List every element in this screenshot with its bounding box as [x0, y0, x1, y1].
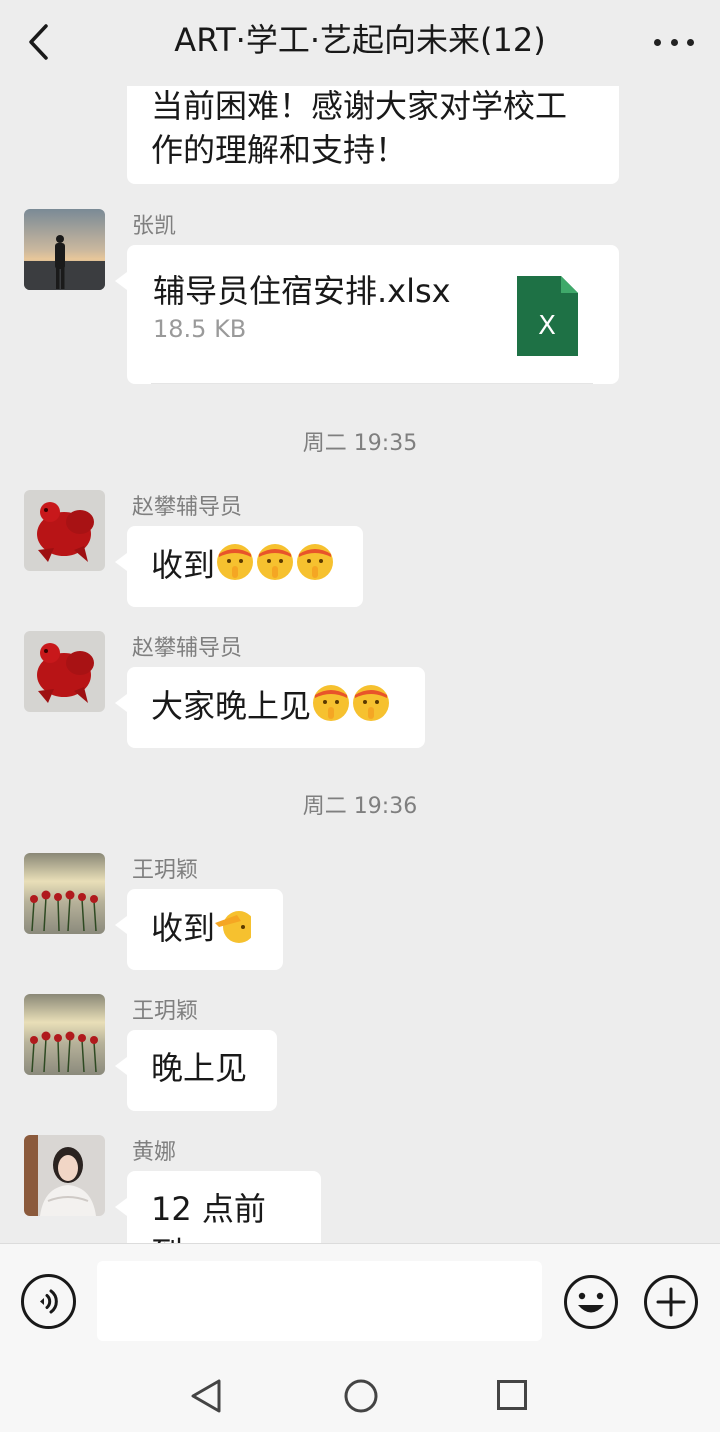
message-text: 晚上见 — [151, 1049, 248, 1087]
chat-title: ART·学工·艺起向未来(12) — [174, 21, 546, 59]
saluting-face-emoji-icon — [215, 911, 252, 943]
message-bubble[interactable]: 晚上见 — [115, 1030, 277, 1111]
sender-name: 王玥颖 — [132, 999, 199, 1024]
avatar-red-dragon-image — [24, 631, 105, 712]
avatar-red-dragon-image — [24, 490, 105, 571]
avatar[interactable] — [24, 631, 105, 712]
file-message-bubble[interactable]: 辅导员住宿安排.xlsx 18.5 KB X — [115, 245, 619, 384]
shushing-face-emoji-icon — [297, 544, 334, 580]
nav-back-triangle-icon[interactable] — [189, 1378, 223, 1414]
message-text: 作的理解和支持！ — [151, 131, 408, 169]
timestamp: 周二 19:36 — [302, 794, 418, 819]
smiley-icon — [564, 1275, 618, 1329]
message-bubble[interactable]: 12 点前到 — [115, 1171, 321, 1243]
avatar-silhouette-image — [24, 209, 105, 290]
avatar[interactable] — [24, 490, 105, 571]
dot-icon — [687, 38, 694, 46]
more-functions-button[interactable] — [643, 1274, 699, 1330]
system-navigation-bar — [0, 1360, 720, 1432]
nav-recent-apps-square-icon[interactable] — [496, 1379, 528, 1411]
message-text: 12 点前到 — [151, 1190, 266, 1243]
timestamp: 周二 19:35 — [302, 431, 418, 456]
file-icon-letter: X — [538, 311, 556, 341]
message-bubble[interactable]: 当前困难！感谢大家对学校工 作的理解和支持！ — [127, 86, 619, 184]
message-text: 收到 — [151, 909, 216, 947]
chevron-left-icon — [29, 24, 48, 60]
shushing-face-emoji-icon — [313, 685, 350, 721]
message-text: 收到 — [151, 546, 216, 584]
shushing-face-emoji-icon — [353, 685, 390, 721]
sender-name: 王玥颖 — [132, 858, 199, 883]
sender-name: 张凯 — [132, 214, 177, 239]
message-list[interactable]: 当前困难！感谢大家对学校工 作的理解和支持！ 张凯 辅导员住宿安排.xlsx 1… — [0, 86, 720, 1243]
back-button[interactable] — [22, 20, 62, 64]
voice-input-button[interactable] — [21, 1274, 76, 1329]
sender-name: 赵攀辅导员 — [132, 495, 243, 520]
more-options-button[interactable] — [654, 32, 694, 52]
chat-header: ART·学工·艺起向未来(12) — [0, 0, 720, 86]
message-input[interactable] — [97, 1261, 542, 1341]
avatar[interactable] — [24, 853, 105, 934]
avatar-roses-image — [24, 994, 105, 1075]
message-bubble[interactable]: 收到 — [115, 889, 283, 970]
sender-name: 赵攀辅导员 — [132, 636, 243, 661]
plus-icon — [644, 1275, 698, 1329]
message-bubble[interactable]: 收到 — [115, 526, 363, 607]
input-bar — [0, 1243, 720, 1360]
shushing-face-emoji-icon — [217, 544, 254, 580]
message-bubble[interactable]: 大家晚上见 — [115, 667, 425, 748]
avatar[interactable] — [24, 994, 105, 1075]
sender-name: 黄娜 — [132, 1140, 177, 1165]
divider — [151, 383, 593, 384]
nav-home-circle-icon[interactable] — [343, 1378, 379, 1414]
message-text: 当前困难！感谢大家对学校工 — [151, 87, 568, 125]
avatar[interactable] — [24, 1135, 105, 1216]
shushing-face-emoji-icon — [257, 544, 294, 580]
dot-icon — [670, 38, 678, 46]
avatar-roses-image — [24, 853, 105, 934]
dot-icon — [654, 38, 661, 46]
voice-icon — [40, 1289, 58, 1314]
message-text: 大家晚上见 — [151, 687, 312, 725]
excel-file-icon: X — [517, 276, 578, 356]
avatar-woman-portrait-image — [24, 1135, 105, 1216]
emoji-button[interactable] — [563, 1274, 619, 1330]
avatar[interactable] — [24, 209, 105, 290]
